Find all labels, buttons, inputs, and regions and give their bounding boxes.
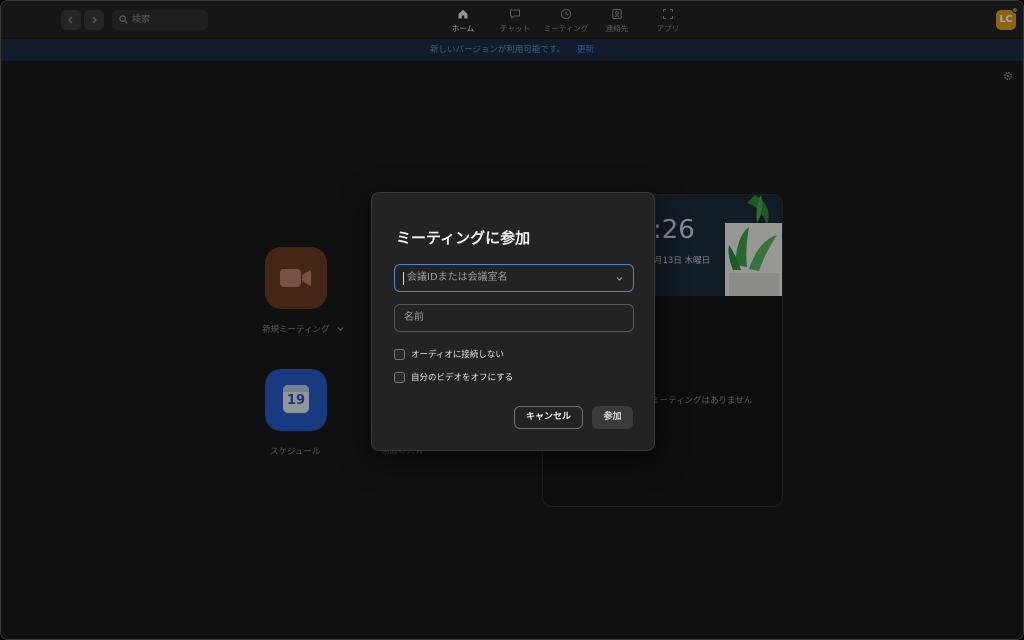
no-audio-label: オーディオに接続しない bbox=[411, 350, 504, 360]
join-button[interactable]: 参加 bbox=[592, 406, 633, 429]
join-meeting-dialog: ミーティングに参加 会議IDまたは会議室名 名前 オーディオに接続しない 自分の… bbox=[371, 192, 655, 451]
zoom-window: 検索 ホーム チャット ミーティング 連絡先 アプリ LC 新しいバージョンが利… bbox=[0, 0, 1024, 640]
video-off-label: 自分のビデオをオフにする bbox=[411, 373, 514, 383]
cancel-button[interactable]: キャンセル bbox=[514, 406, 583, 429]
dialog-title: ミーティングに参加 bbox=[396, 229, 531, 247]
meeting-id-input[interactable]: 会議IDまたは会議室名 bbox=[394, 264, 634, 292]
name-input[interactable]: 名前 bbox=[394, 304, 634, 332]
meeting-id-placeholder: 会議IDまたは会議室名 bbox=[407, 272, 508, 283]
no-audio-checkbox[interactable] bbox=[394, 349, 405, 360]
text-caret bbox=[403, 272, 404, 285]
video-off-checkbox[interactable] bbox=[394, 372, 405, 383]
name-placeholder: 名前 bbox=[404, 312, 424, 323]
chevron-down-icon[interactable] bbox=[616, 276, 623, 282]
